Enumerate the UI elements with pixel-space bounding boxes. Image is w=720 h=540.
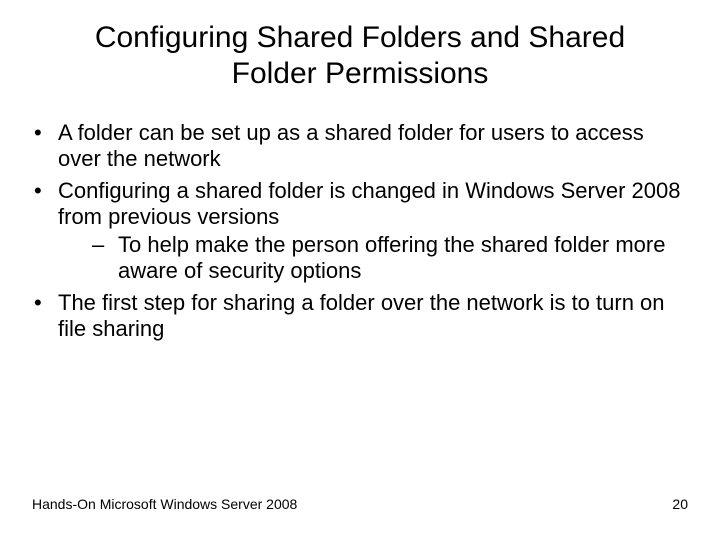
bullet-text: The first step for sharing a folder over…: [58, 290, 665, 341]
bullet-list: A folder can be set up as a shared folde…: [30, 120, 690, 342]
bullet-text: Configuring a shared folder is changed i…: [58, 178, 680, 229]
bullet-item: Configuring a shared folder is changed i…: [30, 178, 690, 284]
bullet-item: The first step for sharing a folder over…: [30, 290, 690, 342]
slide-body: A folder can be set up as a shared folde…: [0, 92, 720, 342]
slide-title: Configuring Shared Folders and Shared Fo…: [0, 0, 720, 92]
sub-bullet-text: To help make the person offering the sha…: [118, 232, 665, 283]
sub-bullet-list: To help make the person offering the sha…: [58, 232, 690, 284]
bullet-item: A folder can be set up as a shared folde…: [30, 120, 690, 172]
footer-source: Hands-On Microsoft Windows Server 2008: [32, 496, 297, 512]
slide: Configuring Shared Folders and Shared Fo…: [0, 0, 720, 540]
bullet-text: A folder can be set up as a shared folde…: [58, 120, 644, 171]
page-number: 20: [672, 496, 688, 512]
sub-bullet-item: To help make the person offering the sha…: [92, 232, 690, 284]
